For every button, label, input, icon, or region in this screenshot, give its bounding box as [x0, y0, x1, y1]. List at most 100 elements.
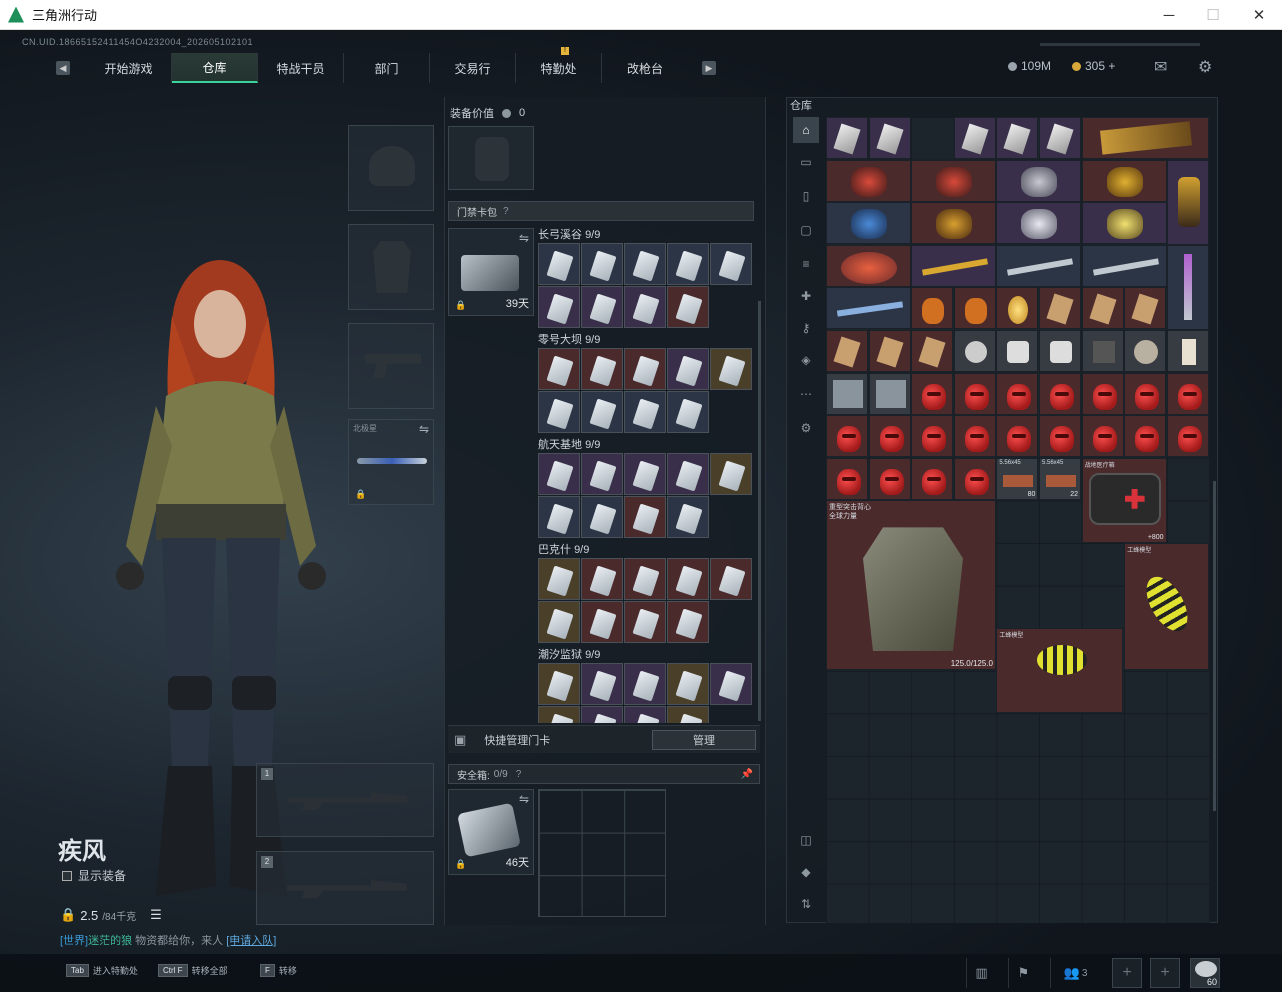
gear-icon[interactable]: ⚙: [793, 415, 819, 441]
swap-icon[interactable]: ⇋: [419, 422, 429, 436]
keycard-item[interactable]: [538, 348, 580, 390]
hotkey-transfer-all[interactable]: Ctrl F 转移全部: [158, 964, 228, 977]
keycard-item[interactable]: [581, 243, 623, 285]
keycard-item[interactable]: [710, 243, 752, 285]
swap-icon[interactable]: ⇋: [519, 792, 529, 806]
keycard-item[interactable]: [581, 453, 623, 495]
gun-icon[interactable]: ▭: [793, 149, 819, 175]
mask-item[interactable]: [1124, 415, 1167, 458]
keycard-item[interactable]: [667, 348, 709, 390]
keycard-item[interactable]: [581, 348, 623, 390]
minimize-button[interactable]: ─: [1146, 0, 1192, 30]
keycard-item[interactable]: [667, 243, 709, 285]
medical-icon[interactable]: ✚: [793, 283, 819, 309]
keycard-item[interactable]: [624, 453, 666, 495]
keycard-item[interactable]: [667, 706, 709, 723]
warehouse-item[interactable]: [1039, 287, 1081, 330]
warehouse-item[interactable]: [1166, 244, 1209, 330]
keycard-item[interactable]: [538, 391, 580, 433]
keycard-item[interactable]: [538, 453, 580, 495]
mask-item[interactable]: [1039, 415, 1081, 458]
mask-item[interactable]: [911, 457, 954, 500]
mask-item[interactable]: [826, 457, 868, 500]
keycard-item[interactable]: [667, 663, 709, 705]
armor-item[interactable]: 重型突击背心 全球力量 125.0/125.0: [826, 500, 996, 671]
keycard-item[interactable]: [667, 453, 709, 495]
tab-special-ops[interactable]: 特勤处!: [516, 47, 602, 83]
warehouse-grid[interactable]: 5.56x45 80 5.56x45 22 战地医疗箱 +800 重型突击背心 全球力量…: [826, 117, 1210, 923]
keycard-case-slot[interactable]: ⇋ 🔒 39天: [448, 228, 534, 316]
warehouse-item[interactable]: [1166, 330, 1209, 372]
list-icon[interactable]: ☰: [150, 907, 162, 923]
collectible-icon[interactable]: ◈: [793, 347, 819, 373]
keycard-item[interactable]: [710, 348, 752, 390]
keycard-item[interactable]: [667, 286, 709, 328]
sort-icon[interactable]: ⇅: [793, 891, 819, 917]
scrollbar[interactable]: [1213, 481, 1216, 811]
warehouse-item[interactable]: [1124, 330, 1167, 372]
warehouse-item[interactable]: [1081, 287, 1124, 330]
currency-premium[interactable]: 305 +: [1072, 59, 1115, 73]
keycard-item[interactable]: [538, 286, 580, 328]
mask-item[interactable]: [868, 457, 911, 500]
keycard-item[interactable]: [710, 453, 752, 495]
mask-item[interactable]: [953, 372, 996, 415]
warehouse-item[interactable]: [868, 117, 911, 159]
warehouse-icon[interactable]: ⌂: [793, 117, 819, 143]
swap-icon[interactable]: ⇋: [519, 231, 529, 245]
keycard-item[interactable]: [624, 496, 666, 538]
keycard-item[interactable]: [538, 496, 580, 538]
helmet-slot[interactable]: [348, 125, 434, 211]
keycard-item[interactable]: [667, 496, 709, 538]
warehouse-item[interactable]: [911, 330, 954, 372]
bag-icon[interactable]: ▢: [793, 217, 819, 243]
scrollbar[interactable]: [758, 301, 761, 721]
warehouse-item[interactable]: [911, 202, 997, 245]
invite-slot-button[interactable]: +: [1150, 958, 1180, 988]
mail-icon[interactable]: ✉: [1154, 57, 1167, 77]
warehouse-item[interactable]: [996, 202, 1082, 245]
tab-gunsmith[interactable]: 改枪台: [602, 53, 688, 83]
keycard-item[interactable]: [538, 558, 580, 600]
keycard-item[interactable]: [710, 558, 752, 600]
keycard-item[interactable]: [624, 663, 666, 705]
warehouse-item[interactable]: [1124, 287, 1167, 330]
nav-prev-icon[interactable]: ◀: [56, 61, 70, 75]
keycard-item[interactable]: [538, 663, 580, 705]
mask-item[interactable]: [996, 372, 1039, 415]
warehouse-item[interactable]: [868, 330, 911, 372]
mask-item[interactable]: [868, 415, 911, 458]
warehouse-item[interactable]: [996, 287, 1039, 330]
warehouse-item[interactable]: [1081, 244, 1167, 287]
ammo-item[interactable]: 5.56x45 22: [1039, 457, 1081, 500]
backpack-slot[interactable]: [448, 126, 534, 190]
stats-icon[interactable]: ▥: [966, 958, 996, 988]
stack-icon[interactable]: ◆: [793, 859, 819, 885]
tab-trade[interactable]: 交易行: [430, 53, 516, 83]
keycard-item[interactable]: [581, 663, 623, 705]
mask-item[interactable]: [1081, 372, 1124, 415]
armor-slot[interactable]: [348, 224, 434, 310]
keycard-item[interactable]: [581, 558, 623, 600]
mask-item[interactable]: [953, 457, 996, 500]
mask-item[interactable]: [1166, 372, 1209, 415]
tab-start-game[interactable]: 开始游戏: [86, 53, 172, 83]
checkbox[interactable]: [62, 870, 72, 881]
warehouse-item[interactable]: [1081, 202, 1167, 245]
medkit-item[interactable]: 战地医疗箱 +800: [1081, 457, 1167, 543]
squad-button[interactable]: 👥 3: [1050, 958, 1100, 988]
warehouse-item[interactable]: [868, 372, 911, 415]
nav-next-icon[interactable]: ▶: [702, 61, 716, 75]
secondary-weapon-slot[interactable]: 2: [256, 851, 434, 925]
safebox-grid[interactable]: [538, 789, 666, 917]
warehouse-item[interactable]: [953, 287, 996, 330]
keycard-item[interactable]: [710, 663, 752, 705]
primary-weapon-slot[interactable]: 1: [256, 763, 434, 837]
pistol-slot[interactable]: [348, 323, 434, 409]
safebox-slot[interactable]: ⇋ 🔒 46天: [448, 789, 534, 875]
ammo-item[interactable]: 5.56x45 80: [996, 457, 1039, 500]
keycard-item[interactable]: [581, 706, 623, 723]
chat-join-link[interactable]: [申请入队]: [226, 935, 276, 947]
warehouse-item[interactable]: [996, 330, 1039, 372]
keycard-item[interactable]: [581, 601, 623, 643]
